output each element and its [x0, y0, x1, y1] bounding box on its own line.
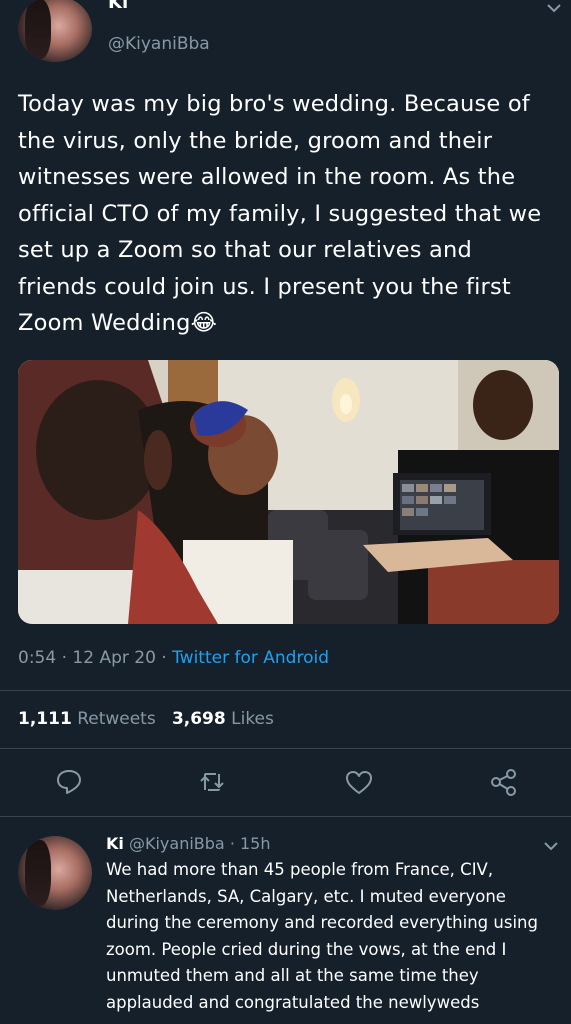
tweet-timestamp: 0:54 · 12 Apr 20 · Twitter for Android [18, 648, 329, 668]
tweet-date: 12 Apr 20 [72, 648, 156, 668]
likes-stat[interactable]: 3,698 Likes [172, 709, 274, 729]
share-icon[interactable] [488, 766, 524, 802]
tweet-photo[interactable] [18, 360, 559, 624]
chevron-down-icon[interactable] [546, 2, 562, 18]
reply-age: 15h [240, 834, 271, 853]
author-avatar[interactable] [18, 0, 92, 62]
divider [0, 690, 571, 691]
retweet-icon[interactable] [196, 766, 232, 802]
meta-separator: · [61, 648, 67, 668]
likes-label: Likes [231, 709, 274, 729]
tweet-time: 0:54 [18, 648, 57, 668]
reply-author-avatar[interactable] [18, 836, 92, 910]
reply-header: Ki @KiyaniBba · 15h [106, 834, 271, 853]
reply-text: We had more than 45 people from France, … [106, 860, 538, 1012]
tweet-text: Today was my big bro's wedding. Because … [18, 91, 542, 336]
reply-author-name[interactable]: Ki [106, 834, 124, 853]
retweets-count: 1,111 [18, 709, 72, 729]
reply-author-handle[interactable]: @KiyaniBba [129, 834, 225, 853]
likes-count: 3,698 [171, 709, 226, 729]
reply-icon[interactable] [53, 766, 89, 802]
divider [0, 816, 571, 817]
author-name[interactable]: Ki [108, 0, 128, 13]
chevron-down-icon[interactable] [543, 840, 559, 856]
reply-separator: · [229, 834, 235, 853]
author-handle[interactable]: @KiyaniBba [108, 34, 210, 54]
retweets-stat[interactable]: 1,111 Retweets [18, 709, 156, 729]
retweets-label: Retweets [77, 709, 156, 729]
like-icon[interactable] [343, 766, 379, 802]
meta-separator: · [161, 648, 167, 668]
tweet-source-link[interactable]: Twitter for Android [172, 648, 329, 668]
action-bar [0, 766, 571, 806]
divider [0, 748, 571, 749]
tweet-stats: 1,111 Retweets 3,698 Likes [18, 709, 274, 729]
